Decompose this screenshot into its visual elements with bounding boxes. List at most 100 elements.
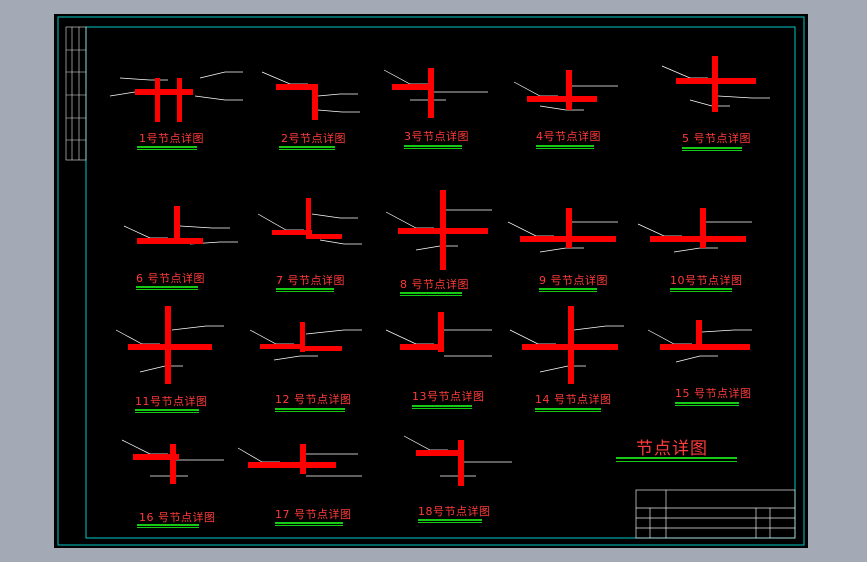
leader-line [179, 225, 230, 229]
leader-line [383, 69, 428, 85]
node-11-underline-thin [135, 412, 199, 413]
node-16-sketch [121, 439, 224, 484]
pipe-segment [566, 70, 572, 110]
leader-line [273, 355, 318, 361]
pipe-segment [155, 78, 160, 122]
leader-line [673, 247, 718, 253]
title-block [635, 489, 796, 539]
pipe-segment [174, 206, 180, 242]
node-14-label: 14 号节点详图 [535, 393, 612, 406]
node-17-underline-thin [275, 525, 343, 526]
leader-line [317, 109, 360, 113]
pipe-segment [428, 68, 434, 118]
pipe-segment [712, 56, 718, 112]
leader-line [689, 99, 730, 107]
leader-line [647, 329, 692, 345]
leader-line [115, 329, 160, 345]
node-15-underline-thin [675, 405, 739, 406]
pipe-details [109, 56, 770, 486]
node-13-underline-thin [412, 408, 472, 409]
node-13-label: 13号节点详图 [412, 390, 485, 403]
leader-line [385, 211, 434, 229]
pipe-segment [177, 78, 182, 122]
pipe-segment [260, 344, 300, 349]
node-8-sketch [385, 190, 492, 270]
node-1-underline [137, 146, 197, 148]
node-17-sketch [237, 444, 362, 477]
leader-line [385, 329, 434, 345]
node-5-underline-thin [682, 150, 742, 151]
node-16-underline [137, 524, 199, 526]
leader-line [513, 81, 558, 97]
node-18-label: 18号节点详图 [418, 505, 491, 518]
node-17-underline [275, 522, 343, 524]
pipe-segment [300, 462, 336, 468]
node-3-label: 3号节点详图 [404, 130, 469, 143]
pipe-segment [660, 344, 750, 350]
leader-line [194, 95, 243, 101]
node-9-sketch [507, 208, 618, 253]
leader-line [249, 329, 294, 345]
pipe-segment [306, 198, 311, 236]
leader-line [539, 247, 584, 253]
node-4-underline [536, 145, 594, 147]
leader-line [319, 239, 362, 245]
leader-line [701, 329, 752, 333]
pipe-segment [566, 208, 572, 248]
pipe-segment [416, 450, 462, 456]
leader-line [573, 325, 624, 331]
node-12-underline-thin [275, 411, 345, 412]
leader-line [311, 213, 358, 219]
leader-line [121, 439, 168, 455]
pipe-segment [527, 96, 597, 102]
node-15-sketch [647, 320, 752, 363]
pipe-segment [438, 312, 444, 352]
node-6-underline [136, 286, 198, 288]
node-3-underline [404, 145, 462, 147]
node-10-underline [670, 288, 732, 290]
node-18-underline-thin [418, 522, 482, 523]
leader-line [403, 435, 448, 451]
leader-line [199, 71, 243, 79]
node-14-underline [535, 408, 601, 410]
drawing-title-underline-thin [616, 461, 737, 462]
pipe-segment [650, 236, 746, 242]
node-3-underline-thin [404, 148, 462, 149]
node-11-underline [135, 409, 199, 411]
node-2-underline-thin [279, 149, 335, 150]
leader-line [305, 329, 362, 335]
leader-line [509, 329, 556, 345]
pipe-segment [276, 84, 318, 90]
node-4-sketch [513, 70, 618, 111]
node-12-underline [275, 408, 345, 410]
pipe-segment [300, 444, 306, 474]
pipe-segment [696, 320, 702, 350]
node-15-label: 15 号节点详图 [675, 387, 752, 400]
node-18-underline [418, 519, 482, 521]
node-2-label: 2号节点详图 [281, 132, 346, 145]
node-16-label: 16 号节点详图 [139, 511, 216, 524]
leader-line [123, 225, 168, 239]
leader-line [317, 93, 358, 97]
pipe-segment [440, 190, 446, 270]
node-1-label: 1号节点详图 [139, 132, 204, 145]
node-10-sketch [637, 208, 752, 253]
node-8-underline-thin [400, 295, 462, 296]
node-8-label: 8 号节点详图 [400, 278, 469, 291]
node-7-sketch [257, 198, 362, 245]
pipe-segment [568, 306, 574, 384]
leader-line [261, 71, 308, 85]
leader-line [539, 365, 586, 373]
leader-line [237, 447, 280, 463]
pipe-segment [392, 84, 432, 90]
leader-line [257, 213, 304, 231]
node-12-label: 12 号节点详图 [275, 393, 352, 406]
pipe-segment [137, 238, 203, 244]
node-17-label: 17 号节点详图 [275, 508, 352, 521]
node-9-label: 9 号节点详图 [539, 274, 608, 287]
node-13-sketch [385, 312, 492, 357]
node-9-underline [539, 288, 597, 290]
leader-line [119, 77, 168, 81]
node-14-underline-thin [535, 411, 601, 412]
pipe-segment [170, 444, 176, 484]
